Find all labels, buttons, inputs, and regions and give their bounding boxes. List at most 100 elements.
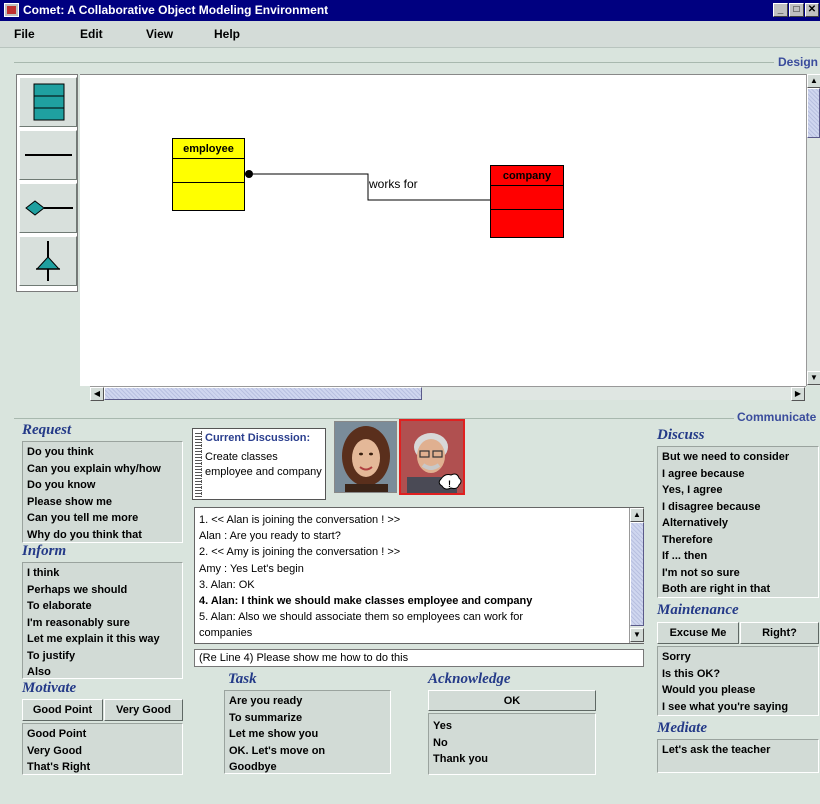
good-point-button[interactable]: Good Point [22,699,103,721]
motivate-item[interactable]: Very Good [27,743,182,760]
notepad-binding [195,431,202,497]
discuss-item[interactable]: I'm not so sure [662,565,818,582]
menu-help[interactable]: Help [214,27,240,41]
participant-alan-avatar[interactable]: ! [399,419,465,495]
design-section-label: Design [778,55,819,69]
chat-scroll-down-icon[interactable]: ▼ [630,628,644,642]
task-item[interactable]: Let me show you [229,726,390,743]
motivate-item[interactable]: That's Right [27,759,182,776]
maximize-button[interactable]: □ [789,3,804,17]
discuss-title: Discuss [657,427,705,443]
task-item[interactable]: Are you ready [229,693,390,710]
maintenance-list: Sorry Is this OK? Would you please I see… [657,646,819,716]
request-item[interactable]: Do you think [27,444,182,461]
discuss-item[interactable]: Both are right in that [662,581,818,598]
chat-line[interactable]: 1. << Alan is joining the conversation !… [199,512,623,528]
acknowledge-item[interactable]: No [433,735,595,752]
maintenance-item[interactable]: I see what you're saying [662,699,818,716]
task-item[interactable]: To summarize [229,710,390,727]
chat-lines: 1. << Alan is joining the conversation !… [199,512,623,642]
participant-amy-avatar[interactable] [334,421,397,493]
discuss-list: But we need to consider I agree because … [657,446,819,598]
discuss-item[interactable]: I agree because [662,466,818,483]
request-item[interactable]: Can you tell me more [27,510,182,527]
association-line[interactable] [80,75,806,387]
canvas-vertical-scrollbar[interactable]: ▲ ▼ [806,74,820,386]
request-item[interactable]: Can you explain why/how [27,461,182,478]
communicate-divider [14,418,734,419]
chat-scroll-up-icon[interactable]: ▲ [630,508,644,522]
inform-item[interactable]: Perhaps we should [27,582,182,599]
mediate-list: Let's ask the teacher [657,739,819,773]
vertical-scroll-thumb[interactable] [807,88,820,138]
app-icon [4,3,19,17]
request-item[interactable]: Please show me [27,494,182,511]
scroll-down-arrow-icon[interactable]: ▼ [807,371,820,385]
class-tool-icon [33,83,65,121]
canvas-horizontal-scrollbar[interactable]: ◀ ▶ [90,386,806,401]
task-item[interactable]: OK. Let's move on [229,743,390,760]
request-list: Do you think Can you explain why/how Do … [22,441,183,543]
chat-line[interactable]: Amy : Yes Let's begin [199,561,623,577]
chat-line[interactable]: 3. Alan: OK [199,577,623,593]
chat-line-selected[interactable]: 4. Alan: I think we should make classes … [199,593,623,609]
menu-file[interactable]: File [14,27,35,41]
discuss-item[interactable]: Yes, I agree [662,482,818,499]
inform-item[interactable]: I think [27,565,182,582]
inform-item[interactable]: To justify [27,648,182,665]
horizontal-scroll-thumb[interactable] [104,387,422,400]
design-divider [14,62,774,63]
inheritance-tool-button[interactable] [19,236,77,286]
inheritance-tool-icon [35,241,61,281]
menu-view[interactable]: View [146,27,173,41]
close-button[interactable]: ✕ [805,3,819,17]
chat-line[interactable]: 5. Alan: Also we should associate them s… [199,609,623,625]
mediate-title: Mediate [657,720,707,736]
request-item[interactable]: Why do you think that [27,527,182,544]
menu-edit[interactable]: Edit [80,27,103,41]
motivate-item[interactable]: Good Point [27,726,182,743]
task-title: Task [228,671,257,687]
discuss-item[interactable]: If ... then [662,548,818,565]
motivate-list: Good Point Very Good That's Right [22,723,183,775]
maintenance-item[interactable]: Sorry [662,649,818,666]
chat-scroll-thumb[interactable] [630,522,644,626]
maintenance-item[interactable]: Is this OK? [662,666,818,683]
inform-item[interactable]: I'm reasonably sure [27,615,182,632]
chat-scrollbar[interactable]: ▲ ▼ [629,508,644,643]
scroll-up-arrow-icon[interactable]: ▲ [807,74,820,88]
inform-item[interactable]: To elaborate [27,598,182,615]
svg-text:!: ! [448,479,451,489]
message-input[interactable]: (Re Line 4) Please show me how to do thi… [194,649,644,667]
discuss-item[interactable]: I disagree because [662,499,818,516]
inform-item[interactable]: Let me explain it this way [27,631,182,648]
chat-line[interactable]: companies [199,625,623,641]
very-good-button[interactable]: Very Good [104,699,183,721]
chat-line[interactable]: 2. << Amy is joining the conversation ! … [199,544,623,560]
discuss-item[interactable]: But we need to consider [662,449,818,466]
maintenance-item[interactable]: Would you please [662,682,818,699]
aggregation-tool-button[interactable] [19,183,77,233]
mediate-item[interactable]: Let's ask the teacher [662,742,818,759]
scroll-left-arrow-icon[interactable]: ◀ [90,387,104,401]
chat-transcript[interactable]: 1. << Alan is joining the conversation !… [194,507,644,644]
discuss-item[interactable]: Alternatively [662,515,818,532]
inform-item[interactable]: Also [27,664,182,681]
woman-portrait-icon [335,422,396,492]
acknowledge-item[interactable]: Yes [433,718,595,735]
discussion-title: Current Discussion: [205,432,311,444]
acknowledge-item[interactable]: Thank you [433,751,595,768]
right-question-button[interactable]: Right? [740,622,819,644]
tool-palette [16,74,78,292]
task-item[interactable]: Goodbye [229,759,390,776]
design-canvas[interactable]: employee company works for [80,74,806,386]
request-item[interactable]: Do you know [27,477,182,494]
line-tool-button[interactable] [19,130,77,180]
class-tool-button[interactable] [19,77,77,127]
minimize-button[interactable]: _ [773,3,788,17]
ok-button[interactable]: OK [428,690,596,711]
chat-line[interactable]: Alan : Are you ready to start? [199,528,623,544]
scroll-right-arrow-icon[interactable]: ▶ [791,387,805,401]
excuse-me-button[interactable]: Excuse Me [657,622,739,644]
discuss-item[interactable]: Therefore [662,532,818,549]
